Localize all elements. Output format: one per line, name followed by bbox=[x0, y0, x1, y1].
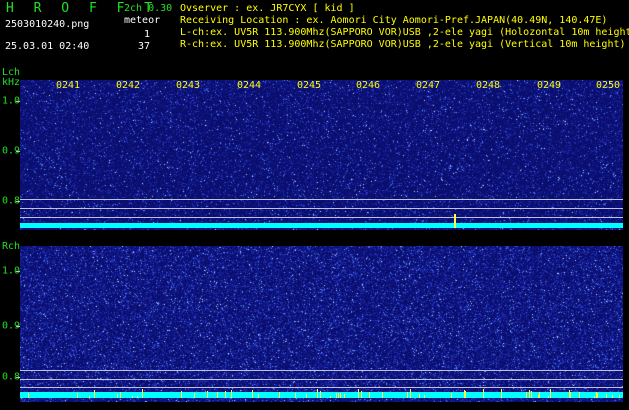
time-tick: 0247 bbox=[415, 80, 441, 91]
rch-echo-mark bbox=[258, 394, 259, 398]
rch-echo-mark bbox=[279, 392, 280, 398]
rch-echo-mark bbox=[344, 394, 345, 398]
meteor-count-rch: 37 bbox=[137, 41, 150, 52]
rch-echo-mark bbox=[570, 392, 571, 398]
rch-echo-mark bbox=[320, 391, 321, 398]
rch-echo-mark bbox=[217, 392, 218, 398]
rch-echo-mark bbox=[606, 394, 607, 398]
rch-echo-mark bbox=[252, 390, 253, 398]
rch-echo-mark bbox=[225, 391, 226, 398]
location-line: Receiving Location : ex. Aomori City Aom… bbox=[180, 15, 608, 26]
rch-echo-mark bbox=[194, 393, 195, 398]
observer-line: Ovserver : ex. JR7CYX [ kid ] bbox=[180, 3, 355, 14]
rch-echo-mark bbox=[539, 392, 540, 398]
rch-echo-mark bbox=[419, 394, 420, 398]
rch-echo-mark bbox=[407, 392, 408, 398]
rch-echo-mark bbox=[483, 389, 484, 398]
datetime-label: 25.03.01 02:40 bbox=[5, 41, 90, 52]
rch-echo-mark bbox=[597, 393, 598, 398]
rch-echo-mark bbox=[132, 396, 133, 398]
rch-echo-mark bbox=[612, 395, 613, 398]
rch-spectrogram bbox=[20, 246, 623, 402]
lch-grid-line bbox=[20, 208, 623, 209]
rch-grid-line bbox=[20, 387, 623, 388]
rch-echo-mark bbox=[501, 389, 502, 398]
rch-echo-mark bbox=[579, 392, 580, 398]
rch-echo-mark bbox=[550, 389, 551, 398]
rch-ytick-mark bbox=[16, 326, 20, 327]
rch-echo-mark bbox=[330, 396, 331, 398]
time-tick: 0249 bbox=[536, 80, 562, 91]
rch-echo-mark bbox=[117, 394, 118, 398]
rch-echo-mark bbox=[410, 389, 411, 398]
time-tick: 0241 bbox=[55, 80, 81, 91]
rch-echo-mark bbox=[451, 393, 452, 398]
rch-grid-line bbox=[20, 379, 623, 380]
rch-echo-mark bbox=[369, 392, 370, 398]
rch-echo-mark bbox=[531, 391, 532, 398]
rch-echo-mark bbox=[361, 391, 362, 398]
time-axis: 0241 0242 0243 0244 0245 0246 0247 0248 … bbox=[0, 80, 629, 92]
time-tick: 0248 bbox=[475, 80, 501, 91]
rch-echo-mark bbox=[89, 396, 90, 398]
rch-echo-mark bbox=[28, 393, 29, 398]
rch-echo-mark bbox=[526, 392, 527, 398]
rch-echo-mark bbox=[596, 392, 597, 398]
lch-grid-line bbox=[20, 217, 623, 218]
rch-echo-mark bbox=[231, 390, 232, 398]
lch-ytick-mark bbox=[16, 201, 20, 202]
rch-echo-mark bbox=[465, 391, 466, 398]
time-tick: 0243 bbox=[175, 80, 201, 91]
rch-echo-mark bbox=[295, 393, 296, 398]
rch-echo-mark bbox=[94, 390, 95, 398]
meteor-count-label: meteor bbox=[124, 15, 161, 26]
lch-ytick-mark bbox=[16, 151, 20, 152]
time-tick: 0245 bbox=[296, 80, 322, 91]
time-tick: 0246 bbox=[355, 80, 381, 91]
meteor-count-lch: 1 bbox=[143, 29, 150, 40]
lch-noise-floor bbox=[20, 223, 623, 228]
rch-echo-mark bbox=[358, 389, 359, 398]
rch-echo-mark bbox=[142, 389, 143, 398]
rch-echo-mark bbox=[306, 394, 307, 398]
time-tick: 0242 bbox=[115, 80, 141, 91]
file-name: 2503010240.png bbox=[5, 19, 90, 30]
rch-ytick-mark bbox=[16, 377, 20, 378]
lch-ytick-mark bbox=[16, 101, 20, 102]
rch-echo-mark bbox=[207, 391, 208, 398]
lch-receiver-line: L-ch:ex. UV5R 113.900Mhz(SAPPORO VOR)USB… bbox=[180, 27, 629, 38]
rch-echo-mark bbox=[181, 391, 182, 398]
rch-echo-mark bbox=[619, 395, 620, 398]
rch-echo-mark bbox=[548, 396, 549, 398]
rch-label: Rch bbox=[2, 241, 21, 252]
rch-echo-mark bbox=[338, 393, 339, 398]
rch-grid-line bbox=[20, 370, 623, 371]
station-info: Ovserver : ex. JR7CYX [ kid ] Receiving … bbox=[180, 3, 629, 51]
rch-noise-floor bbox=[20, 392, 623, 398]
rch-echo-mark bbox=[382, 392, 383, 398]
rch-ytick-mark bbox=[16, 271, 20, 272]
rch-echo-mark bbox=[120, 392, 121, 398]
lch-grid-line bbox=[20, 199, 623, 200]
rch-echo-mark bbox=[464, 390, 465, 398]
rch-echo-mark bbox=[340, 393, 341, 398]
rch-echo-mark bbox=[594, 396, 595, 398]
lch-meteor-echo bbox=[454, 214, 456, 228]
rch-echo-mark bbox=[424, 395, 425, 398]
time-tick: 0244 bbox=[236, 80, 262, 91]
version-label: 2ch 0.30 bbox=[124, 3, 173, 14]
rch-echo-mark bbox=[317, 389, 318, 398]
rch-echo-mark bbox=[529, 393, 530, 398]
rch-echo-mark bbox=[336, 393, 337, 398]
rch-echo-mark bbox=[77, 393, 78, 398]
rch-echo-mark bbox=[137, 396, 138, 398]
time-tick: 0250 bbox=[595, 80, 621, 91]
lch-spectrogram bbox=[20, 80, 623, 230]
rch-receiver-line: R-ch:ex. UV5R 113.900Mhz(SAPPORO VOR)USB… bbox=[180, 39, 626, 50]
